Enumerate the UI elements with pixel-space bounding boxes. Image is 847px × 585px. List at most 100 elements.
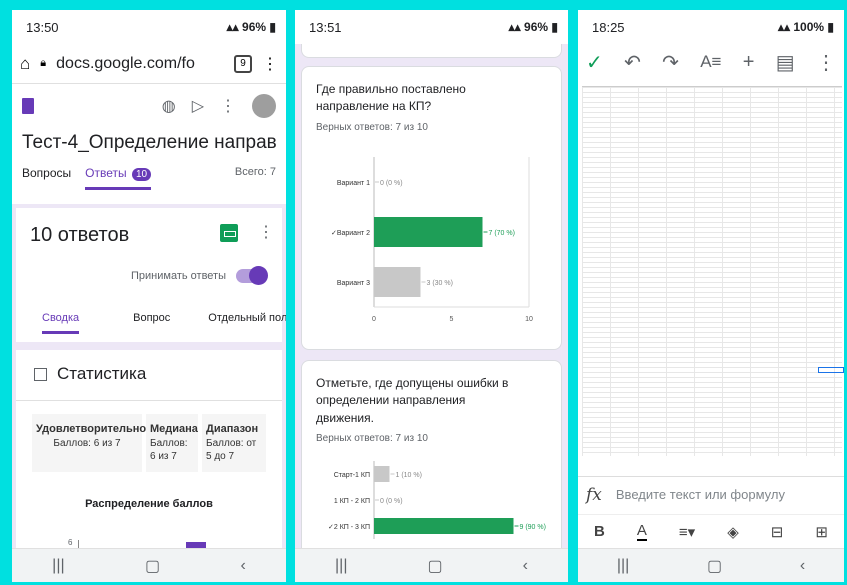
home-icon[interactable]: ⌂ bbox=[20, 54, 30, 74]
browser-url-bar: ⌂ 🔒︎ docs.google.com/fo 9 ⋮ bbox=[12, 44, 286, 84]
stat-range-label: Диапазон bbox=[206, 423, 259, 435]
stat-median: Медиана Баллов: 6 из 7 bbox=[146, 414, 198, 472]
subtab-question[interactable]: Вопрос bbox=[133, 312, 170, 334]
forms-responses-panel: 13:50 ▴▴ 96% ▮ ⌂ 🔒︎ docs.google.com/fo 9… bbox=[12, 10, 286, 582]
subtab-individual[interactable]: Отдельный польз bbox=[208, 312, 286, 334]
format-toolbar: B A ≡▾ ◈ ⊟ ⊞ bbox=[578, 514, 844, 548]
stat-median-value: Баллов: 6 из 7 bbox=[150, 437, 188, 463]
redo-icon[interactable]: ↷ bbox=[662, 50, 679, 75]
signal-icon: ▴▴ bbox=[777, 20, 794, 34]
checkmark-icon[interactable]: ✓ bbox=[586, 50, 603, 75]
form-tabs: Вопросы Ответы 10 Всего: 7 bbox=[22, 166, 276, 194]
sheets-icon[interactable] bbox=[220, 224, 238, 242]
back-icon[interactable]: ‹ bbox=[240, 557, 245, 575]
tab-count-button[interactable]: 9 bbox=[234, 54, 252, 73]
text-format-icon[interactable]: A≡ bbox=[700, 52, 721, 72]
recent-apps-icon[interactable]: ||| bbox=[52, 557, 64, 575]
question-1-chart: Вариант 1 0 (0 %) ✓Вариант 2 7 (70 %) Вариан… bbox=[331, 157, 533, 323]
chart-x-tick: 5 bbox=[450, 316, 454, 323]
chart-category-label: Вариант 1 bbox=[337, 180, 370, 187]
align-icon[interactable]: ≡▾ bbox=[679, 523, 695, 541]
stat-satisfactory: Удовлетворительно Баллов: 6 из 7 bbox=[32, 414, 147, 472]
status-bar: 13:51 ▴▴ 96% ▮ bbox=[295, 10, 568, 44]
recent-apps-icon[interactable]: ||| bbox=[335, 557, 347, 575]
more-options-icon[interactable]: ⋮ bbox=[816, 50, 836, 75]
chart-category-label: ✓2 КП - 3 КП bbox=[328, 524, 370, 531]
chart-data-label: 7 (70 %) bbox=[489, 230, 515, 237]
tab-responses[interactable]: Ответы 10 bbox=[85, 166, 152, 190]
insert-column-icon[interactable]: ⊞ bbox=[815, 523, 828, 541]
question-2-chart: Старт-1 КП 1 (10 %) 1 КП - 2 КП 0 (0 %) ✓2 К… bbox=[328, 461, 546, 539]
insert-icon[interactable]: + bbox=[743, 51, 755, 74]
recent-apps-icon[interactable]: ||| bbox=[617, 557, 629, 575]
chart-data-label: 1 (10 %) bbox=[396, 472, 422, 479]
accept-responses-label: Принимать ответы bbox=[131, 270, 226, 282]
chart-bar bbox=[374, 518, 514, 534]
send-icon[interactable]: ▷ bbox=[192, 96, 204, 116]
question-2-correct-count: Верных ответов: 7 из 10 bbox=[316, 433, 428, 445]
card-menu-icon[interactable]: ⋮ bbox=[258, 222, 274, 242]
accept-responses-toggle[interactable] bbox=[236, 266, 268, 285]
home-button-icon[interactable]: ▢ bbox=[145, 556, 160, 576]
signal-icon: ▴▴ bbox=[226, 20, 243, 34]
status-time: 18:25 bbox=[592, 19, 625, 35]
chart-x-tick: 10 bbox=[525, 316, 533, 323]
responses-area: 10 ответов ⋮ Принимать ответы Сводка Воп… bbox=[12, 204, 286, 582]
status-time: 13:51 bbox=[309, 19, 342, 35]
subtab-summary[interactable]: Сводка bbox=[42, 312, 80, 334]
statistics-title: Статистика bbox=[57, 364, 147, 383]
chart-bar bbox=[374, 217, 483, 247]
home-button-icon[interactable]: ▢ bbox=[427, 556, 442, 576]
merge-cells-icon[interactable]: ⊟ bbox=[771, 523, 784, 541]
stat-satisfactory-label: Удовлетворительно bbox=[36, 423, 147, 435]
system-nav-bar: ||| ▢ ‹ bbox=[578, 548, 844, 582]
chart-bar bbox=[374, 267, 421, 297]
responses-summary-card: 10 ответов ⋮ Принимать ответы Сводка Воп… bbox=[16, 208, 286, 342]
url-text[interactable]: docs.google.com/fo bbox=[56, 55, 224, 73]
chart-category-label: ✓Вариант 2 bbox=[331, 230, 370, 237]
tab-responses-label: Ответы bbox=[85, 166, 127, 180]
distribution-title: Распределение баллов bbox=[85, 498, 213, 510]
stat-median-label: Медиана bbox=[150, 423, 198, 435]
undo-icon[interactable]: ↶ bbox=[624, 50, 641, 75]
palette-icon[interactable]: ◍ bbox=[162, 96, 176, 116]
bold-icon[interactable]: B bbox=[594, 523, 605, 540]
question-2-title: Отметьте, где допущены ошибки в определе… bbox=[316, 376, 509, 425]
comment-icon[interactable]: ▤ bbox=[776, 50, 795, 75]
home-button-icon[interactable]: ▢ bbox=[707, 556, 722, 576]
system-nav-bar: ||| ▢ ‹ bbox=[12, 548, 286, 582]
avatar[interactable] bbox=[252, 94, 276, 118]
tab-questions[interactable]: Вопросы bbox=[22, 166, 71, 180]
sheets-panel: 18:25 ▴▴ 100% ▮ ✓ ↶ ↷ A≡ + ▤ ⋮ fx Введит… bbox=[578, 10, 844, 582]
stat-range-value: Баллов: от 5 до 7 bbox=[206, 437, 257, 463]
selected-cell[interactable] bbox=[818, 367, 844, 373]
fill-color-icon[interactable]: ◈ bbox=[727, 523, 739, 541]
question-1-correct-count: Верных ответов: 7 из 10 bbox=[316, 121, 428, 133]
distribution-tick: 6 bbox=[68, 538, 73, 547]
chart-category-label: Вариант 3 bbox=[337, 280, 370, 287]
text-color-icon[interactable]: A bbox=[636, 522, 647, 541]
fx-icon: fx bbox=[586, 484, 602, 505]
status-bar: 13:50 ▴▴ 96% ▮ bbox=[12, 10, 286, 44]
status-bar: 18:25 ▴▴ 100% ▮ bbox=[578, 10, 844, 44]
formula-input[interactable]: Введите текст или формулу bbox=[616, 487, 785, 502]
battery-level: 96% bbox=[524, 20, 549, 34]
back-icon[interactable]: ‹ bbox=[800, 557, 805, 575]
back-icon[interactable]: ‹ bbox=[523, 557, 528, 575]
battery-level: 100% bbox=[793, 20, 825, 34]
chart-data-label: 0 (0 %) bbox=[380, 180, 403, 187]
question-card-1: Где правильно поставлено направление на … bbox=[301, 66, 562, 350]
form-title: Тест-4_Определение направл bbox=[22, 132, 276, 153]
chart-data-label: 9 (90 %) bbox=[520, 524, 546, 531]
chart-data-label: 3 (30 %) bbox=[427, 280, 453, 287]
total-points: Всего: 7 bbox=[234, 166, 276, 178]
spreadsheet-grid[interactable] bbox=[582, 86, 844, 456]
chart-bar bbox=[374, 466, 390, 482]
more-options-icon[interactable]: ⋮ bbox=[220, 96, 236, 116]
formula-bar[interactable]: fx Введите текст или формулу bbox=[578, 476, 844, 512]
lock-icon[interactable]: 🔒︎ bbox=[40, 57, 46, 70]
responses-title: 10 ответов bbox=[30, 224, 130, 246]
browser-menu-icon[interactable]: ⋮ bbox=[262, 54, 278, 74]
battery-icon: ▮ bbox=[269, 20, 276, 34]
signal-icon: ▴▴ bbox=[508, 20, 525, 34]
